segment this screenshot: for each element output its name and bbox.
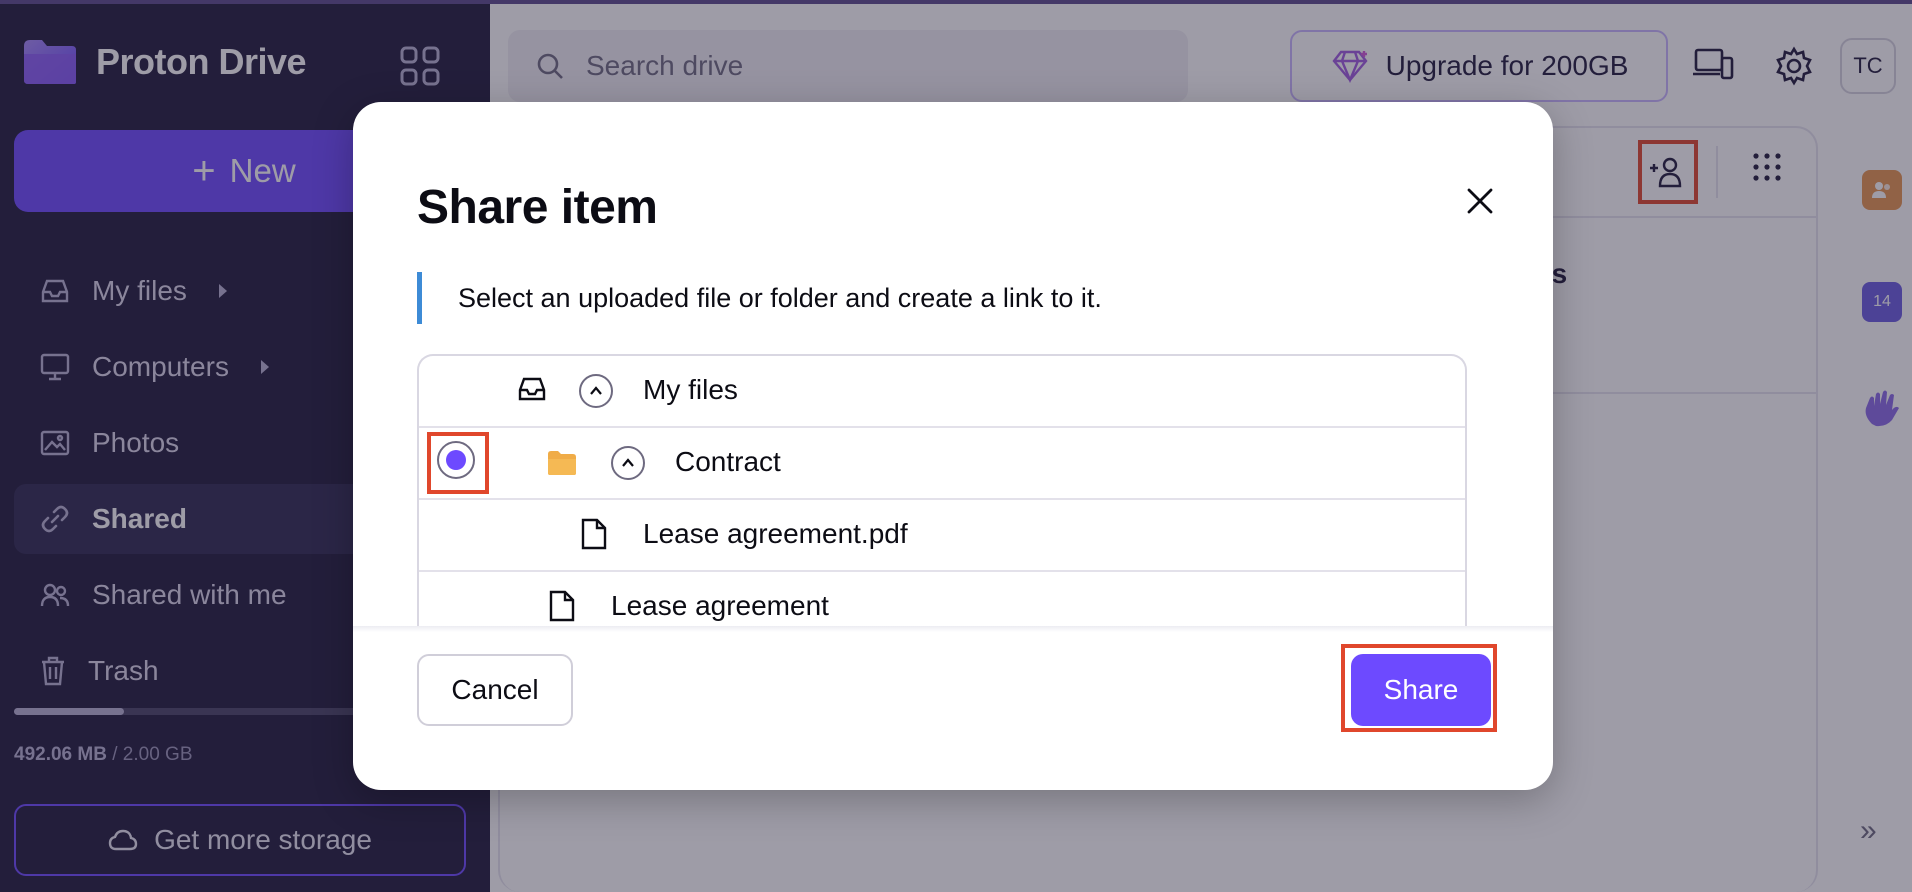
tree-item-label: Lease agreement [611, 590, 829, 621]
close-dialog-button[interactable] [1457, 178, 1503, 224]
highlight-radio [427, 432, 489, 494]
cancel-button[interactable]: Cancel [417, 654, 573, 726]
dialog-description: Select an uploaded file or folder and cr… [417, 272, 1102, 324]
chevron-up-icon[interactable] [579, 374, 613, 408]
tree-row-lease-agreement[interactable]: Lease agreement [419, 572, 1465, 628]
tree-item-label: My files [643, 374, 738, 405]
share-item-dialog: Share item Select an uploaded file or fo… [353, 102, 1553, 790]
close-icon [1466, 187, 1494, 215]
tree-row-contract[interactable]: Contract [419, 428, 1465, 500]
tree-row-lease-pdf[interactable]: Lease agreement.pdf [419, 500, 1465, 572]
tree-item-label: Contract [675, 446, 781, 477]
footer-divider [353, 626, 1553, 632]
tree-item-label: Lease agreement.pdf [643, 518, 908, 549]
highlight-share-button [1341, 644, 1497, 732]
tree-row-my-files[interactable]: My files [419, 356, 1465, 428]
dialog-title: Share item [417, 181, 658, 234]
folder-icon [547, 450, 577, 476]
chevron-up-icon[interactable] [611, 446, 645, 480]
file-icon [581, 518, 607, 550]
file-icon [549, 590, 575, 622]
inbox-icon [517, 376, 547, 402]
file-tree: My files Contract Lease agreement.pdf Le… [417, 354, 1467, 628]
